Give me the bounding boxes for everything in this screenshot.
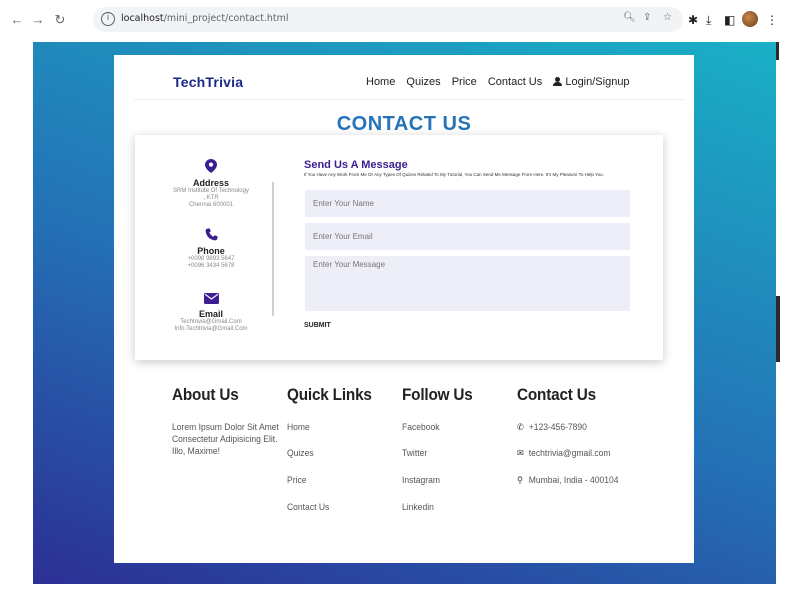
nav-divider (134, 99, 684, 100)
contact-box: Address SRM Institute Of Technology , KT… (135, 135, 663, 360)
location-pin-icon (205, 159, 217, 173)
footer-about-line: Illo, Maxime! (172, 446, 220, 457)
footer-address-text: Mumbai, India - 400104 (528, 475, 619, 486)
nav-quizes[interactable]: Quizes (406, 76, 440, 88)
phone-line: +0098 9893 5647 (187, 256, 235, 262)
envelope-icon: ✉ (517, 448, 524, 458)
footer-follow-title: Follow Us (402, 385, 473, 404)
email-block: Email Techtrivia@Gmail.Com Info.Techtriv… (157, 291, 265, 333)
url-text[interactable]: localhost/mini_project/contact.html (121, 13, 289, 24)
footer-follow: Follow Us Facebook Twitter Instagram Lin… (402, 385, 502, 525)
download-icon[interactable]: ⤓ (706, 12, 711, 28)
email-line: Info.Techtrivia@Gmail.Com (174, 326, 248, 332)
site-info-icon[interactable]: i (101, 12, 115, 26)
reload-icon[interactable]: ↻ (52, 12, 68, 28)
footer-link-contact[interactable]: Contact Us (287, 502, 329, 513)
footer-about-text: Lorem Ipsum Dolor Sit Amet Consectetur A… (172, 422, 279, 458)
envelope-icon (203, 293, 219, 304)
address-line: SRM Institute Of Technology (173, 188, 249, 194)
back-arrow-icon[interactable]: ← (9, 12, 25, 28)
zoom-icon[interactable]: 🔍︎ (623, 12, 636, 23)
footer-link-price[interactable]: Price (287, 475, 306, 486)
address-title: Address (192, 178, 229, 188)
address-bar[interactable]: i localhost/mini_project/contact.html 🔍︎… (93, 7, 683, 32)
phone-icon (205, 228, 218, 241)
window-bottom (0, 584, 787, 592)
footer-contact-title: Contact Us (517, 385, 596, 404)
extensions-icon[interactable]: ✱ (688, 12, 698, 28)
profile-avatar[interactable] (742, 11, 758, 27)
address-line: , KTR (203, 195, 219, 201)
forward-arrow-icon[interactable]: → (30, 12, 46, 28)
form-title: Send Us A Message (304, 159, 408, 171)
user-icon (553, 77, 563, 86)
phone-block: Phone +0098 9893 5647 +0096 3434 5678 (157, 228, 265, 270)
footer-about-title: About Us (172, 385, 239, 404)
email-title: Email (198, 309, 223, 319)
phone-line: +0096 3434 5678 (187, 263, 235, 269)
footer-link-home[interactable]: Home (287, 422, 310, 433)
submit-button[interactable]: SUBMIT (304, 322, 331, 329)
footer-email: ✉ techtrivia@gmail.com (517, 448, 611, 459)
email-line: Techtrivia@Gmail.Com (180, 319, 242, 325)
footer-link-quizes[interactable]: Quizes (287, 448, 314, 459)
footer-link-facebook[interactable]: Facebook (402, 422, 440, 433)
footer-email-text: techtrivia@gmail.com (528, 448, 611, 459)
footer-link-instagram[interactable]: Instagram (402, 475, 440, 486)
footer-quick-links: Quick Links Home Quizes Price Contact Us (287, 385, 387, 525)
scrollbar-top (776, 42, 779, 60)
address-line: Chennai 600001 (188, 202, 234, 208)
nav-contact[interactable]: Contact Us (488, 76, 542, 88)
side-panel-icon[interactable]: ◧ (724, 12, 735, 28)
menu-kebab-icon[interactable]: ⋮ (766, 12, 778, 28)
nav-login[interactable]: Login/Signup (553, 76, 637, 88)
form-subtitle: If You Have Any Work From Me Or Any Type… (304, 172, 604, 177)
nav-home[interactable]: Home (366, 76, 395, 88)
footer-about-line: Consectetur Adipisicing Elit. (172, 434, 278, 445)
bookmark-star-icon[interactable]: ☆ (663, 12, 672, 23)
share-icon[interactable]: ⇪ (643, 12, 651, 23)
location-pin-icon: ⚲ (517, 475, 523, 485)
phone-title: Phone (197, 246, 225, 256)
footer-about: About Us Lorem Ipsum Dolor Sit Amet Cons… (172, 385, 291, 458)
page-title: CONTACT US (336, 113, 472, 135)
footer-quick-links-title: Quick Links (287, 385, 372, 404)
nav-price[interactable]: Price (452, 76, 477, 88)
site-logo[interactable]: TechTrivia (173, 74, 243, 90)
site-nav: Home Quizes Price Contact Us Login/Signu… (366, 76, 638, 88)
browser-toolbar: ← → ↻ i localhost/mini_project/contact.h… (0, 0, 787, 42)
footer-address: ⚲ Mumbai, India - 400104 (517, 475, 619, 486)
scrollbar-thumb[interactable] (776, 296, 780, 362)
footer-contact: Contact Us ✆ +123-456-7890 ✉ techtrivia@gm… (517, 385, 667, 495)
email-input[interactable] (305, 223, 630, 250)
footer-link-linkedin[interactable]: Linkedin (402, 502, 434, 513)
footer-link-twitter[interactable]: Twitter (402, 448, 427, 459)
vertical-divider (272, 182, 274, 316)
message-input[interactable] (305, 256, 630, 311)
main-card: TechTrivia Home Quizes Price Contact Us … (114, 55, 694, 563)
address-block: Address SRM Institute Of Technology , KT… (157, 159, 265, 209)
phone-icon: ✆ (517, 422, 524, 432)
name-input[interactable] (305, 190, 630, 217)
login-label[interactable]: Login/Signup (565, 76, 629, 88)
footer-phone: ✆ +123-456-7890 (517, 422, 587, 433)
footer-about-line: Lorem Ipsum Dolor Sit Amet (172, 422, 279, 433)
footer-phone-text: +123-456-7890 (528, 422, 587, 433)
